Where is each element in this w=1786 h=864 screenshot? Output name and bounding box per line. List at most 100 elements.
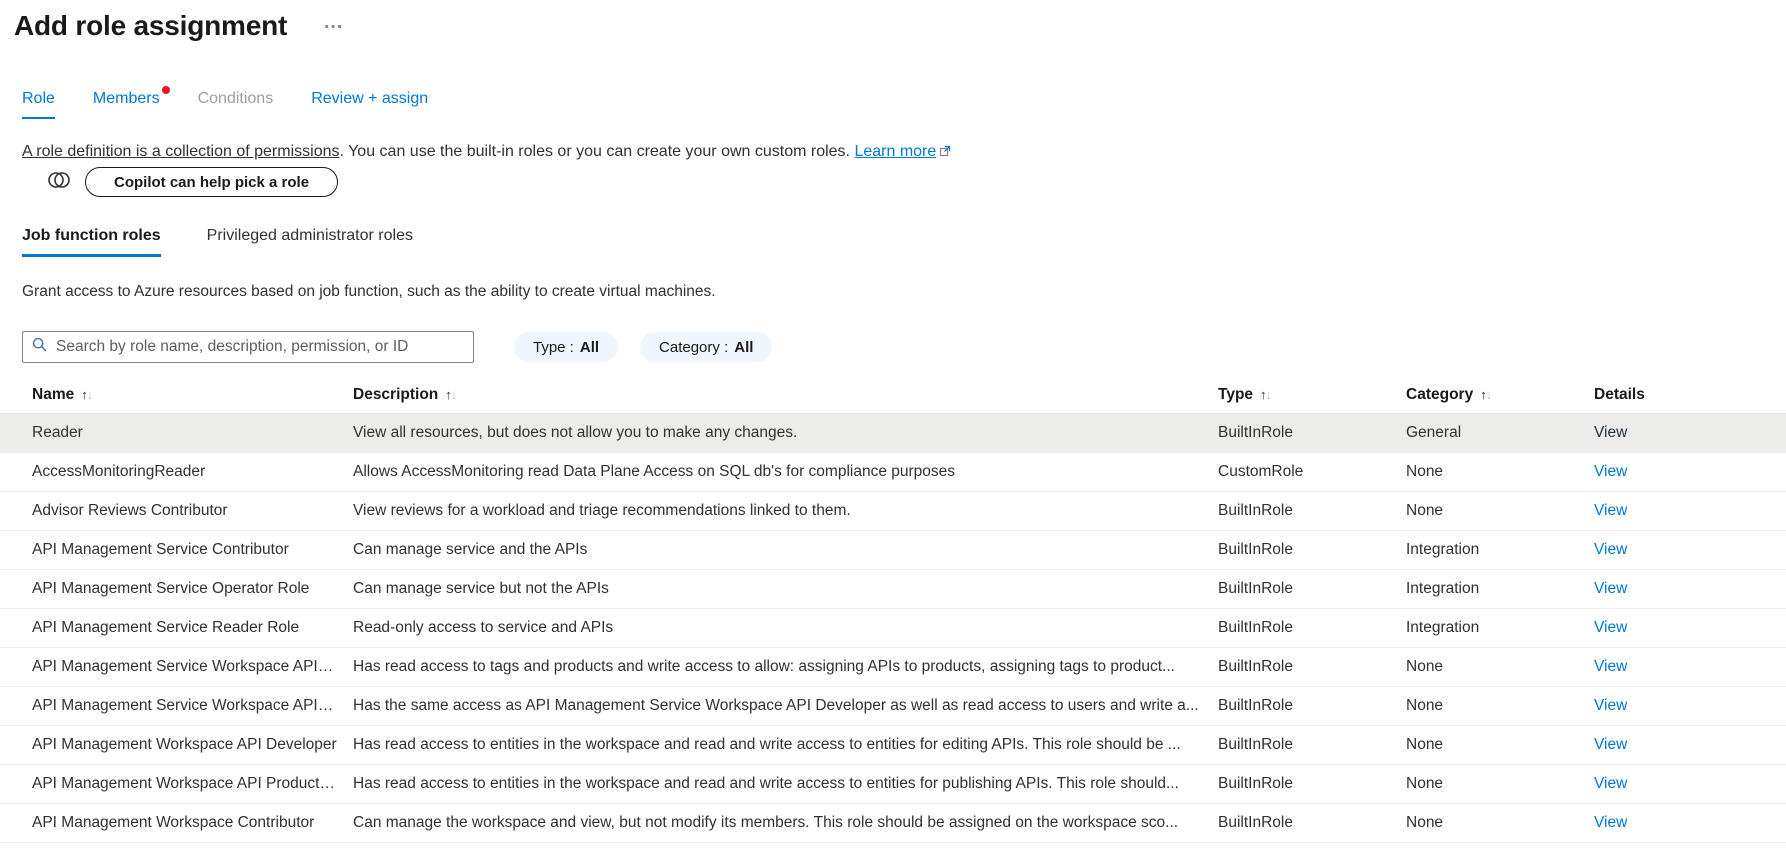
view-details-link[interactable]: View [1594, 580, 1627, 597]
role-type: BuiltInRole [1218, 647, 1406, 687]
role-category: None [1406, 725, 1594, 765]
type-filter-label: Type : [533, 338, 574, 356]
type-filter-value: All [579, 338, 600, 356]
column-header-description-label: Description [353, 385, 439, 403]
column-header-details-label: Details [1594, 385, 1645, 403]
role-description: View all resources, but does not allow y… [353, 413, 1218, 453]
role-type: BuiltInRole [1218, 413, 1406, 453]
role-category: None [1406, 764, 1594, 804]
roles-table: Name ↑↓ Description ↑↓ Type ↑↓ Category ↑↓ D… [0, 377, 1786, 843]
copilot-row: Copilot can help pick a role [22, 167, 1786, 197]
tab-members[interactable]: Members [93, 86, 170, 119]
tab-role[interactable]: Role [22, 90, 55, 119]
view-details-link[interactable]: View [1594, 502, 1627, 519]
role-search-box [22, 331, 474, 363]
page-title: Add role assignment [14, 10, 288, 41]
tab-conditions[interactable]: Conditions [198, 90, 274, 119]
search-icon [32, 337, 47, 357]
view-details-link[interactable]: View [1594, 814, 1627, 831]
subtab-privileged-administrator-roles[interactable]: Privileged administrator roles [207, 227, 413, 257]
view-details-link[interactable]: View [1594, 736, 1627, 753]
tab-conditions-label: Conditions [197, 90, 274, 107]
role-description: Read-only access to service and APIs [353, 608, 1218, 648]
sort-icon: ↑↓ [1480, 386, 1492, 402]
column-header-category-label: Category [1406, 385, 1474, 403]
role-description: Can manage service but not the APIs [353, 569, 1218, 609]
copilot-help-button[interactable]: Copilot can help pick a role [85, 167, 339, 197]
role-category: None [1406, 803, 1594, 843]
role-name: AccessMonitoringReader [0, 452, 353, 492]
more-options-button[interactable]: … [323, 12, 345, 32]
role-description: Has read access to entities in the works… [353, 725, 1218, 765]
role-category: None [1406, 686, 1594, 726]
role-category: None [1406, 452, 1594, 492]
role-type: BuiltInRole [1218, 725, 1406, 765]
role-description: Can manage service and the APIs [353, 530, 1218, 570]
role-name: API Management Workspace API Developer [0, 725, 353, 765]
copilot-icon [46, 168, 72, 197]
role-description: Has read access to entities in the works… [353, 764, 1218, 804]
role-category: Integration [1406, 530, 1594, 570]
view-details-link[interactable]: View [1594, 463, 1627, 480]
roles-table-body: Reader View all resources, but does not … [0, 413, 1786, 843]
column-header-type[interactable]: Type ↑↓ [1218, 377, 1406, 414]
table-row[interactable]: API Management Service Workspace API Pro… [0, 686, 1786, 726]
view-details-link[interactable]: View [1594, 619, 1627, 636]
role-name: API Management Service Workspace API Dev… [0, 647, 353, 687]
column-header-type-label: Type [1218, 385, 1254, 403]
table-row[interactable]: API Management Workspace API Product Ma.… [0, 764, 1786, 804]
table-row[interactable]: API Management Workspace API Developer H… [0, 725, 1786, 765]
page-header: Add role assignment … [0, 0, 1786, 42]
role-name: API Management Workspace Contributor [0, 803, 353, 843]
role-category: General [1406, 413, 1594, 453]
category-filter-pill[interactable]: Category : All [640, 332, 773, 362]
external-link-icon [939, 144, 951, 162]
tab-review-assign-label: Review + assign [311, 90, 429, 107]
view-details-link[interactable]: View [1594, 424, 1627, 441]
role-type: BuiltInRole [1218, 530, 1406, 570]
role-description: View reviews for a workload and triage r… [353, 491, 1218, 531]
table-row[interactable]: API Management Workspace Contributor Can… [0, 803, 1786, 843]
table-row[interactable]: API Management Service Operator Role Can… [0, 569, 1786, 609]
tab-review-assign[interactable]: Review + assign [311, 90, 428, 119]
job-function-description: Grant access to Azure resources based on… [22, 283, 716, 300]
column-header-name-label: Name [32, 385, 75, 403]
role-name: API Management Service Reader Role [0, 608, 353, 648]
role-category: Integration [1406, 569, 1594, 609]
view-details-link[interactable]: View [1594, 775, 1627, 792]
role-intro-rest: . You can use the built-in roles or you … [339, 143, 855, 160]
table-row[interactable]: Reader View all resources, but does not … [0, 413, 1786, 453]
role-description: Can manage the workspace and view, but n… [353, 803, 1218, 843]
role-type: BuiltInRole [1218, 803, 1406, 843]
sort-icon: ↑↓ [1260, 386, 1272, 402]
sort-icon: ↑↓ [445, 386, 457, 402]
role-intro-text: A role definition is a collection of per… [22, 143, 1786, 162]
table-row[interactable]: Advisor Reviews Contributor View reviews… [0, 491, 1786, 531]
table-row[interactable]: API Management Service Contributor Can m… [0, 530, 1786, 570]
role-type: BuiltInRole [1218, 491, 1406, 531]
role-name: Advisor Reviews Contributor [0, 491, 353, 531]
role-category-tab-bar: Job function roles Privileged administra… [22, 227, 1786, 257]
role-name: API Management Workspace API Product Ma.… [0, 764, 353, 804]
type-filter-pill[interactable]: Type : All [514, 332, 619, 362]
role-description: Has the same access as API Management Se… [353, 686, 1218, 726]
view-details-link[interactable]: View [1594, 658, 1627, 675]
table-row[interactable]: API Management Service Workspace API Dev… [0, 647, 1786, 687]
subtab-job-function-roles[interactable]: Job function roles [22, 227, 161, 257]
wizard-tab-bar: Role Members Conditions Review + assign [22, 86, 1786, 119]
column-header-description[interactable]: Description ↑↓ [353, 377, 1218, 414]
role-category: Integration [1406, 608, 1594, 648]
search-input[interactable] [54, 337, 464, 357]
table-row[interactable]: API Management Service Reader Role Read-… [0, 608, 1786, 648]
view-details-link[interactable]: View [1594, 541, 1627, 558]
role-description: Allows AccessMonitoring read Data Plane … [353, 452, 1218, 492]
table-row[interactable]: AccessMonitoringReader Allows AccessMoni… [0, 452, 1786, 492]
column-header-category[interactable]: Category ↑↓ [1406, 377, 1594, 414]
column-header-name[interactable]: Name ↑↓ [0, 377, 353, 414]
view-details-link[interactable]: View [1594, 697, 1627, 714]
role-category: None [1406, 647, 1594, 687]
role-type: BuiltInRole [1218, 764, 1406, 804]
category-filter-value: All [734, 338, 754, 356]
table-header-row: Name ↑↓ Description ↑↓ Type ↑↓ Category ↑↓ D… [0, 377, 1786, 414]
learn-more-link[interactable]: Learn more [854, 143, 936, 160]
